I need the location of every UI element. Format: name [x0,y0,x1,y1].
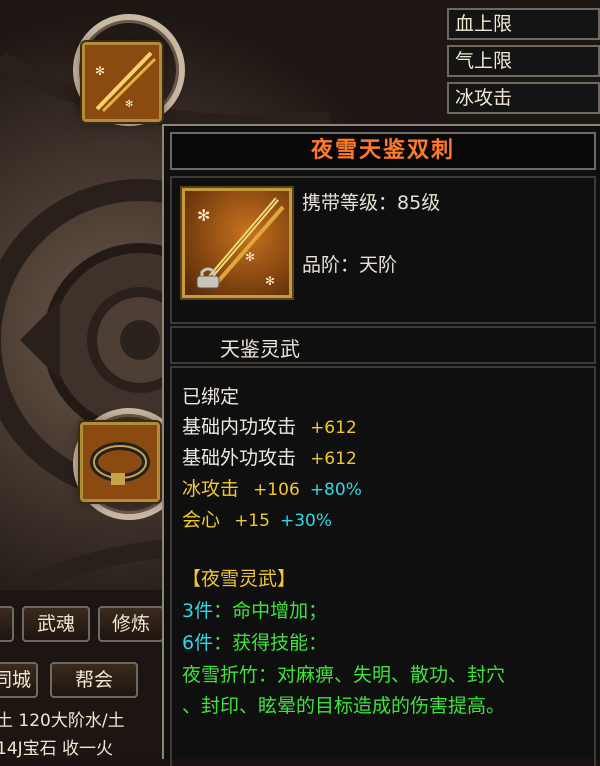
stat-row: 基础外功攻击 +612 [182,443,357,470]
martial-soul-button[interactable]: 武魂 [22,606,90,642]
set-bonus-text: ：获得技能： [213,632,328,654]
carry-level-label: 携带等级： [302,192,398,214]
chat-line-2: 14J宝石 收一火 [0,739,114,759]
svg-text:✻: ✻ [245,250,255,264]
weapon-slot[interactable]: ✻ ✻ [82,42,162,122]
set-bonus-6: 6件：获得技能： [182,628,327,655]
stat-row: 基础内功攻击 +612 [182,412,357,439]
cultivation-button[interactable]: 修炼 [98,606,164,642]
tooltip-header: ✻ ✻ ✻ 携带等级：85级 品阶：天阶 [170,176,596,324]
skill-description-1: 夜雪折竹：对麻痹、失明、散功、封穴 [182,664,506,686]
stat-row: 冰攻击 +106 +80% [182,474,362,501]
button-label: 修炼 [111,613,150,635]
bound-status: 已绑定 [182,386,240,408]
bottom-button-partial[interactable] [0,606,14,642]
tooltip-body: 已绑定 基础内功攻击 +612 基础外功攻击 +612 冰攻击 +106 +80… [170,366,596,766]
stat-bonus: +30% [280,511,333,531]
stat-name: 基础内功攻击 [182,416,297,438]
belt-slot[interactable] [80,422,160,502]
svg-text:✻: ✻ [265,274,275,288]
carry-level-value: 85级 [397,192,441,214]
stat-value: +612 [310,418,357,438]
item-tooltip: 夜雪天鉴双刺 ✻ ✻ ✻ 携带等级：85级 品阶：天阶 天鉴灵武 已绑定 基础内… [162,124,600,766]
set-count: 6件 [182,632,214,654]
carry-level: 携带等级：85级 [302,188,440,215]
chat-line-1: 土 120大阶水/土 [0,711,125,731]
menu-item-label: 冰攻击 [455,87,513,109]
tooltip-title-bar: 夜雪天鉴双刺 [170,132,596,170]
stat-name: 冰攻击 [182,478,240,500]
stat-value: +106 [253,480,300,500]
category-bar: 天鉴灵武 [170,326,596,364]
item-icon: ✻ ✻ ✻ [182,188,292,298]
menu-item-label: 血上限 [455,13,513,35]
stat-name: 会心 [182,509,221,531]
set-title: 【夜雪灵武】 [182,568,297,590]
menu-item-label: 气上限 [455,50,513,72]
button-label: 武魂 [36,613,75,635]
grade-value: 天阶 [359,254,398,276]
grade-label: 品阶： [302,254,360,276]
menu-item-hp-max[interactable]: 血上限 [447,8,600,40]
twin-blade-icon: ✻ ✻ [85,45,159,119]
grade: 品阶：天阶 [302,250,397,277]
stat-name: 基础外功攻击 [182,447,297,469]
menu-item-ice-attack[interactable]: 冰攻击 [447,82,600,114]
item-name: 夜雪天鉴双刺 [310,138,455,163]
lock-icon [196,267,220,289]
svg-text:✻: ✻ [125,99,133,110]
svg-text:✻: ✻ [95,64,105,78]
skill-description-2: 、封印、眩晕的目标造成的伤害提高。 [182,695,506,717]
svg-text:✻: ✻ [197,206,210,225]
set-bonus-text: ：命中增加； [213,600,328,622]
stat-value: +612 [310,449,357,469]
stat-bonus: +80% [309,480,362,500]
menu-item-qi-max[interactable]: 气上限 [447,45,600,77]
set-bonus-3: 3件：命中增加； [182,596,327,623]
stat-row: 会心 +15 +30% [182,505,332,532]
guild-button[interactable]: 帮会 [50,662,138,698]
stat-value: +15 [234,511,270,531]
set-count: 3件 [182,600,214,622]
same-city-button[interactable]: 同城 [0,662,38,698]
item-category: 天鉴灵武 [220,337,300,361]
button-label: 帮会 [74,669,113,691]
button-label: 同城 [0,669,31,691]
belt-icon [83,425,157,499]
